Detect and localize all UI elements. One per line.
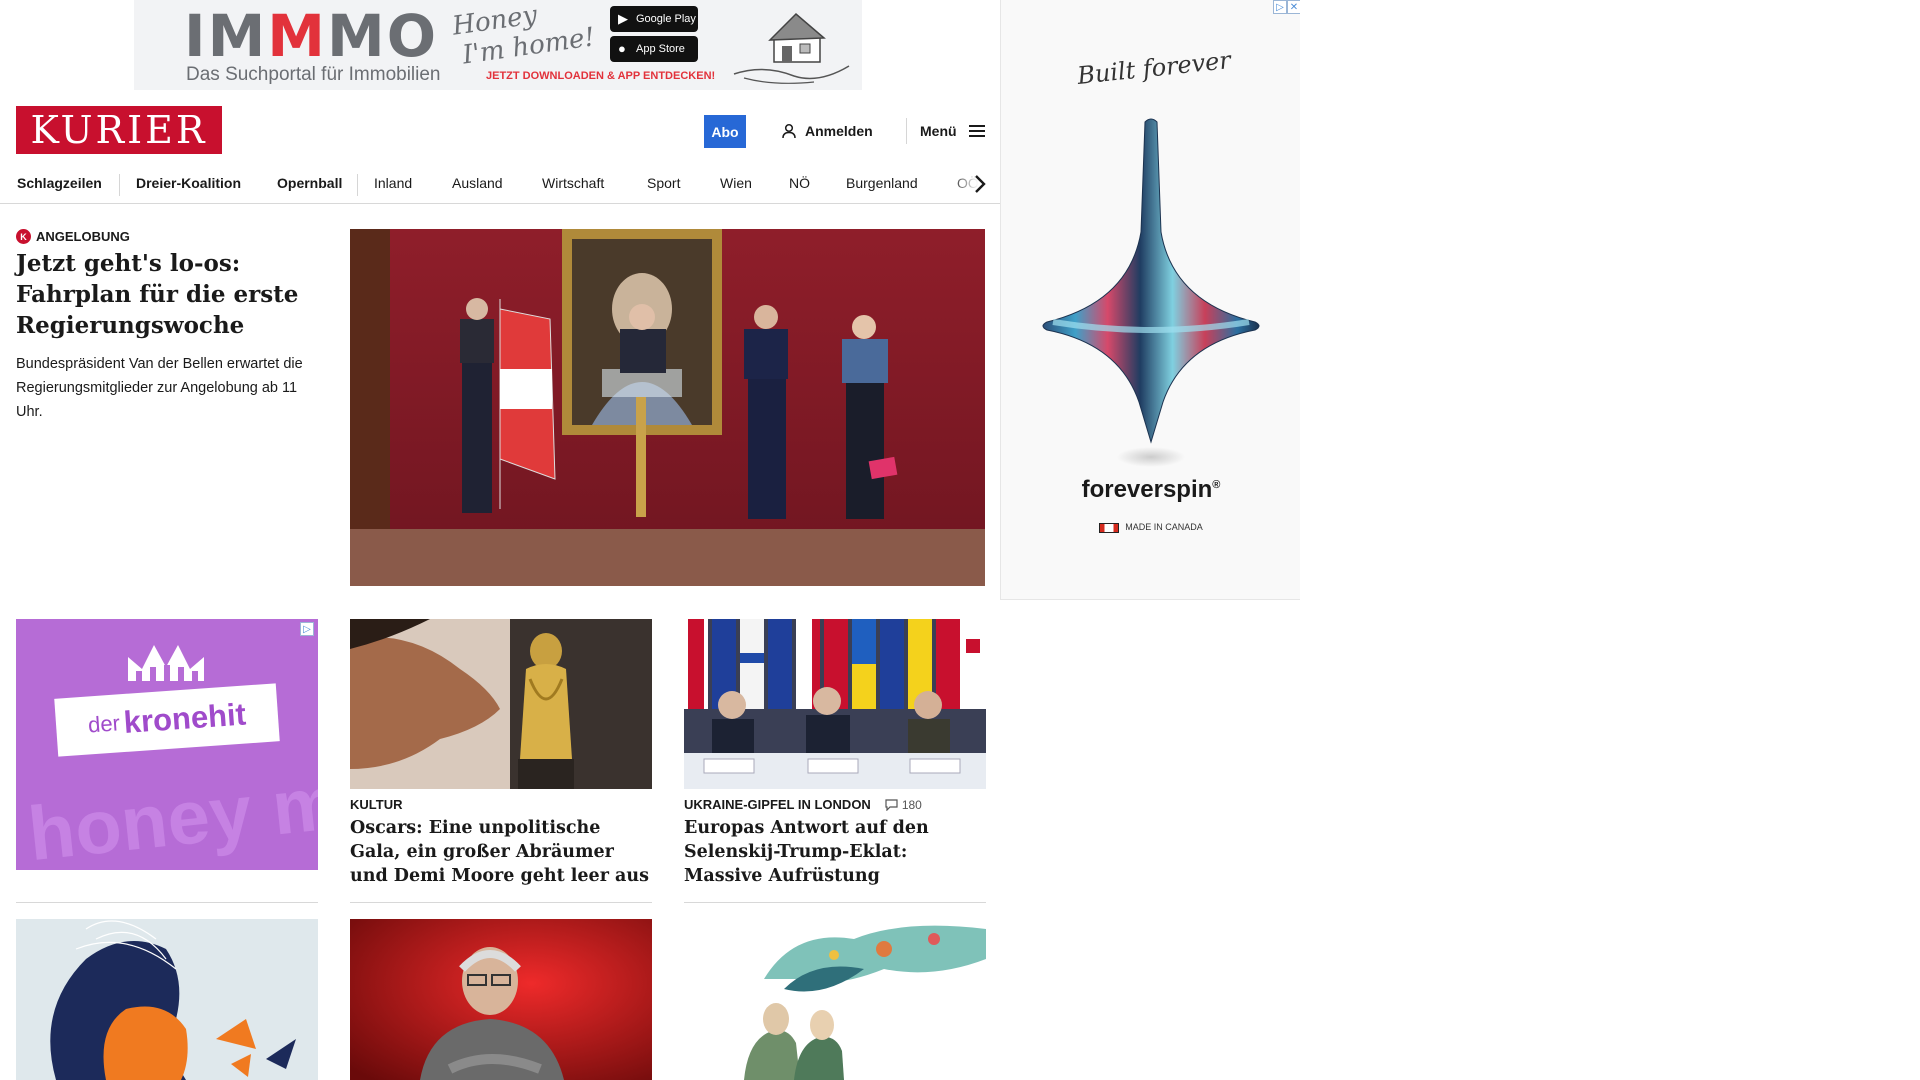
nav-item-dreier-koalition[interactable]: Dreier-Koalition	[136, 175, 241, 191]
adchoices-icon[interactable]: ▷	[1273, 0, 1287, 14]
card-image-illustration-head[interactable]	[16, 919, 318, 1080]
login-button[interactable]: Anmelden	[781, 120, 873, 142]
header-divider	[906, 118, 907, 144]
comment-icon	[885, 798, 898, 811]
kronehit-logo: der kronehit	[54, 683, 280, 757]
card-image-painting[interactable]	[684, 919, 986, 1080]
lead-image[interactable]	[350, 229, 985, 586]
ad-subtitle: Das Suchportal für Immobilien	[186, 64, 441, 85]
nav-item-burgenland[interactable]: Burgenland	[846, 175, 918, 191]
lead-teaser[interactable]: Bundespräsident Van der Bellen erwartet …	[16, 352, 316, 424]
ukraine-summit-photo	[684, 619, 986, 789]
sidebar-ad[interactable]: ▷ ✕ Built forever foreverspin® MADE IN C…	[1000, 0, 1300, 600]
nav-item-schlagzeilen[interactable]: Schlagzeilen	[17, 175, 102, 191]
card-title-oscars[interactable]: Oscars: Eine unpolitische Gala, ein groß…	[350, 816, 652, 888]
play-icon: ▶	[618, 11, 628, 26]
portrait-photo	[350, 919, 652, 1080]
nav-divider	[357, 174, 358, 196]
apple-icon: ●	[618, 41, 626, 56]
ad-cta: JETZT DOWNLOADEN & APP ENTDECKEN!	[486, 70, 716, 82]
google-play-badge[interactable]: ▶ Google Play	[610, 6, 698, 32]
canada-flag-icon	[1099, 522, 1120, 533]
ad-close-icon[interactable]: ✕	[1287, 0, 1300, 14]
abo-button[interactable]: Abo	[704, 115, 746, 148]
card-kicker-kultur: KULTUR	[350, 797, 403, 812]
kronehit-ad[interactable]: ▷ honey m der kronehit	[16, 619, 318, 870]
house-in-hand-icon	[733, 12, 850, 84]
hamburger-icon	[968, 125, 985, 137]
oscars-photo	[350, 619, 652, 789]
crown-icon	[128, 645, 204, 681]
spinning-top-image	[1042, 118, 1260, 467]
user-icon	[782, 123, 796, 139]
head-illustration	[16, 919, 318, 1080]
nav-item-sport[interactable]: Sport	[647, 175, 680, 191]
ad-script-text: Honey I'm home!	[450, 0, 597, 71]
nav-item-inland[interactable]: Inland	[374, 175, 412, 191]
menu-button[interactable]: Menü	[920, 120, 985, 142]
nav-item-opernball[interactable]: Opernball	[277, 175, 342, 191]
ad-background-text: honey m	[24, 759, 318, 870]
card-title-ukraine[interactable]: Europas Antwort auf den Selenskij-Trump-…	[684, 816, 986, 888]
ad-made-in: MADE IN CANADA	[1001, 522, 1300, 533]
immmo-logo: IMMMO	[184, 2, 439, 70]
card-image-ukraine[interactable]	[684, 619, 986, 789]
card-image-oscars[interactable]	[350, 619, 652, 789]
nav-item-wien[interactable]: Wien	[720, 175, 752, 191]
ad-signature: Built forever	[1075, 46, 1233, 90]
lead-headline[interactable]: Jetzt geht's lo-os: Fahrplan für die ers…	[16, 248, 306, 341]
nav-divider	[119, 174, 120, 196]
nav-item-noe[interactable]: NÖ	[789, 175, 810, 191]
nav-item-wirtschaft[interactable]: Wirtschaft	[542, 175, 604, 191]
card-divider	[684, 902, 986, 903]
chevron-right-icon[interactable]	[968, 172, 992, 196]
painting-illustration	[684, 919, 986, 1080]
kurier-plus-icon: K	[16, 229, 31, 244]
comment-count[interactable]: 180	[885, 798, 922, 812]
card-image-portrait[interactable]	[350, 919, 652, 1080]
section-nav: Schlagzeilen Dreier-Koalition Opernball …	[0, 164, 1001, 204]
card-divider	[16, 902, 318, 903]
top-banner-ad[interactable]: IMMMO Das Suchportal für Immobilien Hone…	[134, 0, 862, 90]
nav-item-ausland[interactable]: Ausland	[452, 175, 503, 191]
adchoices-icon[interactable]: ▷	[300, 622, 314, 636]
inauguration-photo	[350, 229, 985, 586]
kurier-logo[interactable]: KURIER	[16, 106, 222, 154]
ad-brand: foreverspin®	[1081, 476, 1221, 503]
card-kicker-ukraine: UKRAINE-GIPFEL IN LONDON 180	[684, 797, 922, 812]
app-store-badge[interactable]: ● App Store	[610, 36, 698, 62]
card-divider	[350, 902, 652, 903]
lead-kicker: K ANGELOBUNG	[16, 229, 130, 244]
